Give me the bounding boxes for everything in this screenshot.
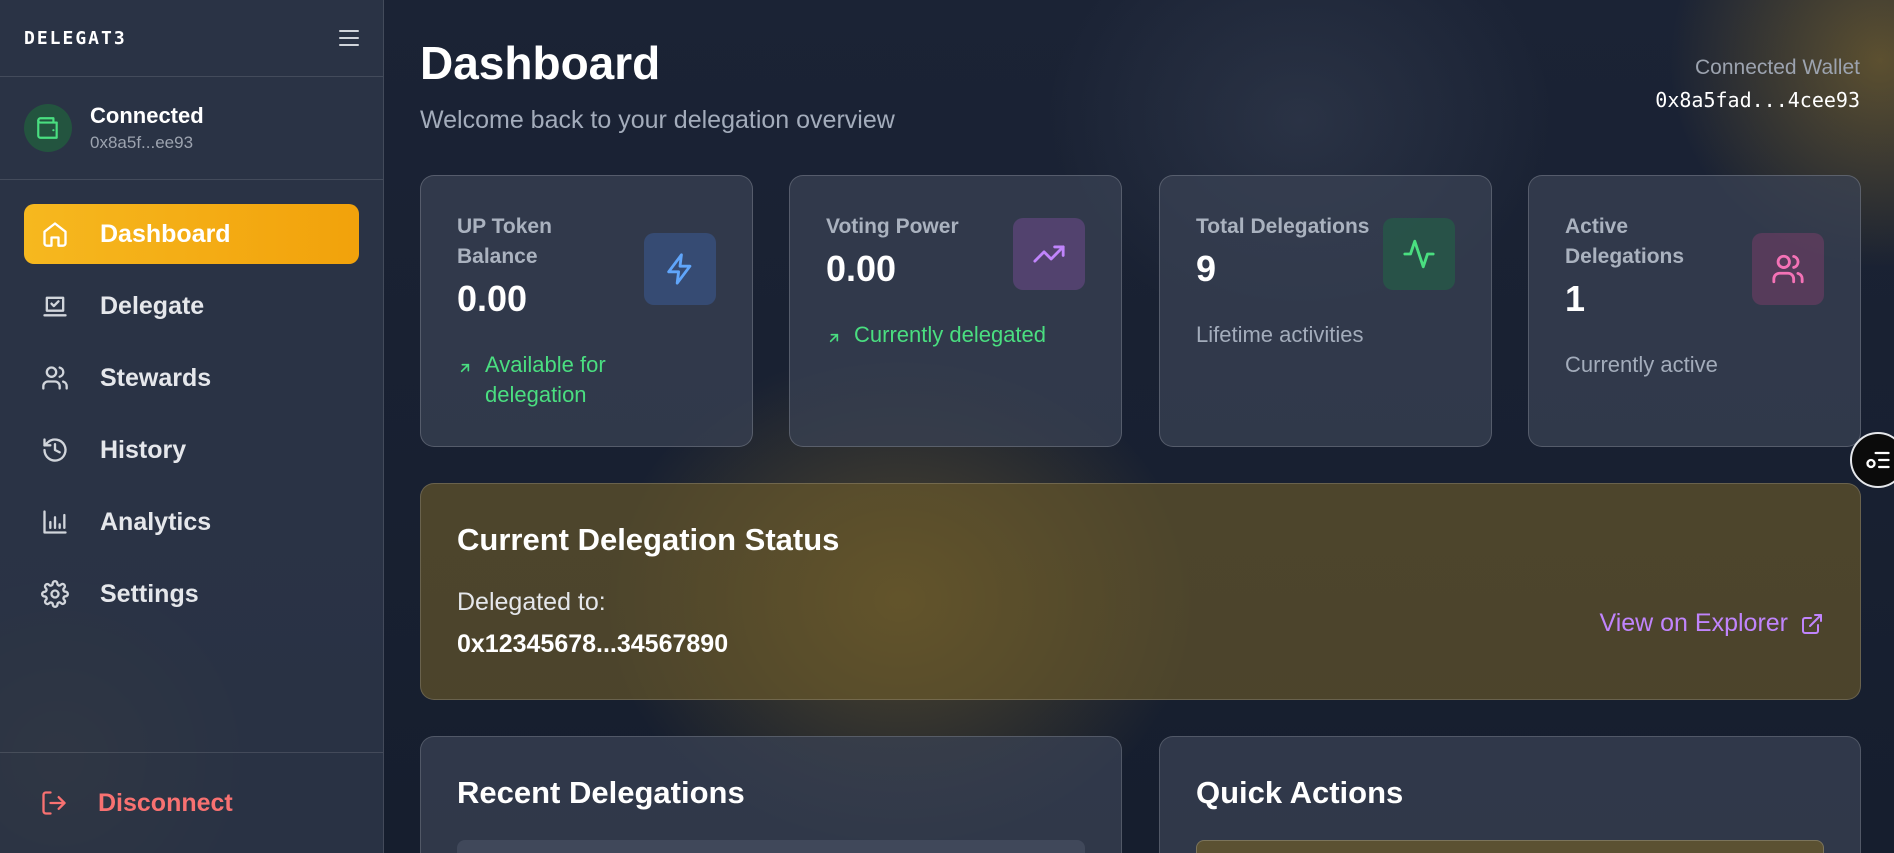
history-icon <box>40 435 70 465</box>
quick-actions-title: Quick Actions <box>1196 775 1404 810</box>
page-title: Dashboard <box>420 37 661 89</box>
sidebar-item-label: Delegate <box>100 291 205 320</box>
delegated-to-label: Delegated to: <box>457 588 606 616</box>
view-on-explorer-link[interactable]: View on Explorer <box>1599 609 1824 638</box>
users-icon <box>40 363 70 393</box>
stat-value: 0.00 <box>457 278 528 319</box>
sidebar-item-settings[interactable]: Settings <box>24 564 359 624</box>
home-icon <box>40 219 70 249</box>
recent-delegation-item[interactable] <box>457 840 1085 853</box>
bar-chart-icon <box>40 507 70 537</box>
stat-value: 0.00 <box>826 248 897 289</box>
app-logo: DELEGAT3 <box>24 27 127 49</box>
arrow-up-right-icon <box>457 350 473 410</box>
activity-icon <box>1383 218 1455 290</box>
view-on-explorer-label: View on Explorer <box>1599 609 1788 637</box>
recent-delegations-panel: Recent Delegations <box>420 736 1122 853</box>
stat-sub-text: Available for delegation <box>485 352 606 407</box>
sidebar-item-label: History <box>100 435 187 464</box>
recent-delegations-title: Recent Delegations <box>457 775 745 810</box>
connected-wallet: Connected Wallet 0x8a5fad...4cee93 <box>1655 56 1860 112</box>
sidebar-nav: Dashboard Delegate Stewards History Anal… <box>0 180 383 624</box>
stat-card-active-delegations: Active Delegations 1 Currently active <box>1528 175 1861 447</box>
main-content: Dashboard Welcome back to your delegatio… <box>384 0 1894 853</box>
stat-value: 1 <box>1565 278 1586 319</box>
connected-wallet-label: Connected Wallet <box>1695 56 1860 79</box>
stat-label: UP Token Balance <box>457 215 552 268</box>
users-icon <box>1752 233 1824 305</box>
logout-icon <box>40 789 68 817</box>
sidebar-item-label: Analytics <box>100 507 212 536</box>
quick-actions-panel: Quick Actions <box>1159 736 1861 853</box>
sidebar-item-analytics[interactable]: Analytics <box>24 492 359 552</box>
stat-value: 9 <box>1196 248 1217 289</box>
wallet-address: 0x8a5f...ee93 <box>90 133 194 152</box>
page-subtitle: Welcome back to your delegation overview <box>420 106 895 134</box>
vote-icon <box>40 291 70 321</box>
connected-wallet-address: 0x8a5fad...4cee93 <box>1655 88 1860 112</box>
trending-up-icon <box>1013 218 1085 290</box>
sidebar-item-label: Dashboard <box>100 219 231 248</box>
delegation-status-title: Current Delegation Status <box>457 522 840 557</box>
sidebar-header: DELEGAT3 <box>0 0 383 77</box>
stat-sub: Currently delegated <box>826 320 1046 354</box>
arrow-up-right-icon <box>826 320 842 354</box>
sidebar-item-history[interactable]: History <box>24 420 359 480</box>
list-settings-icon <box>1866 451 1890 469</box>
stat-card-token-balance: UP Token Balance 0.00 Available for dele… <box>420 175 753 447</box>
disconnect-button[interactable]: Disconnect <box>40 789 233 818</box>
menu-icon[interactable] <box>339 30 359 46</box>
sidebar: DELEGAT3 Connected 0x8a5f...ee93 Dashboa… <box>0 0 384 853</box>
stat-sub: Available for delegation <box>457 350 635 410</box>
delegated-address: 0x12345678...34567890 <box>457 630 729 658</box>
stat-label: Total Delegations <box>1196 215 1370 238</box>
sidebar-item-stewards[interactable]: Stewards <box>24 348 359 408</box>
stat-label: Active Delegations <box>1565 215 1685 268</box>
stat-label: Voting Power <box>826 215 959 238</box>
delegation-status-panel: Current Delegation Status Delegated to: … <box>420 483 1861 700</box>
wallet-icon <box>24 104 72 152</box>
wallet-status: Connected 0x8a5f...ee93 <box>0 77 383 180</box>
stat-card-voting-power: Voting Power 0.00 Currently delegated <box>789 175 1122 447</box>
stat-card-total-delegations: Total Delegations 9 Lifetime activities <box>1159 175 1492 447</box>
gear-icon <box>40 579 70 609</box>
stat-sub-text: Currently delegated <box>854 322 1047 347</box>
zap-icon <box>644 233 716 305</box>
disconnect-label: Disconnect <box>98 788 233 817</box>
sidebar-footer: Disconnect <box>0 752 383 853</box>
sidebar-item-label: Settings <box>100 579 199 608</box>
sidebar-item-label: Stewards <box>100 363 212 392</box>
sidebar-item-delegate[interactable]: Delegate <box>24 276 359 336</box>
sidebar-item-dashboard[interactable]: Dashboard <box>24 204 359 264</box>
stat-sub-text: Lifetime activities <box>1196 322 1364 347</box>
external-link-icon <box>1800 612 1824 636</box>
wallet-status-label: Connected <box>90 103 204 128</box>
quick-action-button[interactable] <box>1196 840 1824 853</box>
stat-sub-text: Currently active <box>1565 352 1718 377</box>
